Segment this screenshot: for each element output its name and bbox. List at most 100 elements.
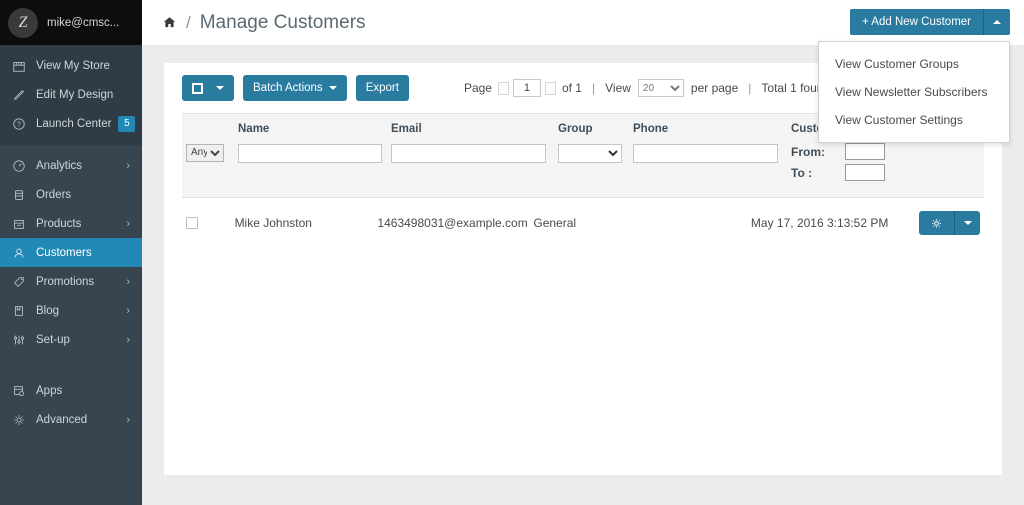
sidebar-item-label: Set-up [36,333,70,346]
sidebar-item-view-my-store[interactable]: View My Store [0,51,142,80]
header-actions: + Add New Customer View Customer Groups … [818,9,1010,143]
column-header-label: Group [558,123,593,135]
next-page-button[interactable] [544,81,556,95]
column-group: Group [558,123,633,163]
orders-icon [12,187,29,202]
pager-divider: | [591,81,596,95]
sidebar-item-label: Launch Center [36,117,112,130]
sidebar-item-edit-my-design[interactable]: Edit My Design [0,80,142,109]
filter-group-select[interactable] [558,143,622,163]
caret-down-icon [328,86,337,90]
column-email: Email [391,123,558,163]
sidebar-item-analytics[interactable]: Analytics › [0,151,142,180]
caret-down-icon [963,221,972,225]
filter-since-from-input[interactable] [845,143,885,160]
sidebar-item-set-up[interactable]: Set-up › [0,325,142,354]
chevron-right-icon: › [126,413,130,426]
view-label: View [605,81,631,95]
page-number-input[interactable] [512,79,541,97]
user-email-label: mike@cmsc... [47,16,120,29]
sidebar-item-label: Customers [36,246,92,259]
question-circle-icon: ? [12,116,29,131]
add-new-customer-button[interactable]: + Add New Customer [850,9,983,35]
from-label: From: [791,144,825,159]
export-button[interactable]: Export [355,75,409,101]
sliders-icon [12,332,29,347]
any-filter-select[interactable]: Any [186,143,224,162]
sidebar-item-label: Apps [36,384,63,397]
sidebar-item-label: Products [36,217,82,230]
select-all-button[interactable] [182,75,234,101]
filter-any-column: Any [182,123,238,162]
checkbox-icon [192,82,203,94]
cell-name: Mike Johnston [234,216,312,230]
sidebar-divider [0,354,142,376]
prev-page-button[interactable] [497,81,509,95]
menu-item-view-customer-settings[interactable]: View Customer Settings [819,106,1009,134]
per-page-select[interactable]: 20 [637,79,684,97]
tag-icon [12,274,29,289]
sidebar-item-promotions[interactable]: Promotions › [0,267,142,296]
blog-icon [12,303,29,318]
menu-item-view-customer-groups[interactable]: View Customer Groups [819,50,1009,78]
app-root: Z mike@cmsc... View My Store Edit My Des… [0,0,1024,505]
store-icon [12,58,29,73]
launch-center-badge: 5 [118,115,136,132]
add-new-customer-dropdown-toggle[interactable] [983,9,1010,35]
filter-since-from-row: From: [791,143,971,160]
filter-phone-input[interactable] [633,143,778,163]
top-bar: / Manage Customers + Add New Customer Vi… [142,0,1024,143]
apps-icon [12,383,29,398]
row-checkbox[interactable] [186,217,198,229]
chevron-right-icon: › [126,159,130,172]
sidebar-item-label: View My Store [36,59,110,72]
main-area: / Manage Customers + Add New Customer Vi… [142,0,1024,505]
home-icon[interactable] [162,15,177,30]
sidebar-item-label: Blog [36,304,60,317]
per-page-label: per page [690,81,739,95]
box-icon [12,216,29,231]
sidebar-item-blog[interactable]: Blog › [0,296,142,325]
sidebar-item-products[interactable]: Products › [0,209,142,238]
row-actions-dropdown-toggle[interactable] [954,211,980,235]
filter-since-to-row: To : [791,164,971,181]
sidebar-item-customers[interactable]: Customers [0,238,142,267]
sidebar-user-bar[interactable]: Z mike@cmsc... [0,0,142,45]
filter-since-to-input[interactable] [845,164,885,181]
table-row[interactable]: Mike Johnston 1463498031@example.com Gen… [182,198,984,248]
sidebar: Z mike@cmsc... View My Store Edit My Des… [0,0,142,505]
batch-actions-button[interactable]: Batch Actions [243,75,347,101]
person-icon [12,245,29,260]
cell-email: 1463498031@example.com [377,216,528,230]
column-phone: Phone [633,123,791,163]
filter-email-input[interactable] [391,143,546,163]
svg-text:?: ? [17,121,21,128]
sidebar-item-advanced[interactable]: Advanced › [0,405,142,434]
batch-actions-label: Batch Actions [253,82,323,94]
sidebar-item-launch-center[interactable]: ? Launch Center 5 [0,109,142,138]
chevron-right-icon: › [126,304,130,317]
row-actions [919,211,984,235]
page-total-label: of 1 [561,81,582,95]
sidebar-item-label: Orders [36,188,72,201]
cell-customer-since: May 17, 2016 3:13:52 PM [750,216,889,230]
sidebar-item-label: Promotions [36,275,95,288]
breadcrumb: / Manage Customers [142,12,366,34]
caret-up-icon [993,20,1001,24]
sidebar-item-orders[interactable]: Orders [0,180,142,209]
row-settings-button[interactable] [919,211,954,235]
chevron-right-icon: › [126,275,130,288]
sidebar-item-label: Advanced [36,413,88,426]
gear-icon [932,218,941,228]
column-header-label: Name [238,123,270,135]
sidebar-item-label: Analytics [36,159,83,172]
to-label: To : [791,165,813,180]
filter-name-input[interactable] [238,143,382,163]
avatar: Z [8,7,38,38]
chevron-right-icon: › [126,333,130,346]
chevron-right-icon: › [126,217,130,230]
caret-down-icon [216,86,224,90]
sidebar-item-apps[interactable]: Apps [0,376,142,405]
menu-item-view-newsletter-subscribers[interactable]: View Newsletter Subscribers [819,78,1009,106]
column-name: Name [238,123,391,163]
